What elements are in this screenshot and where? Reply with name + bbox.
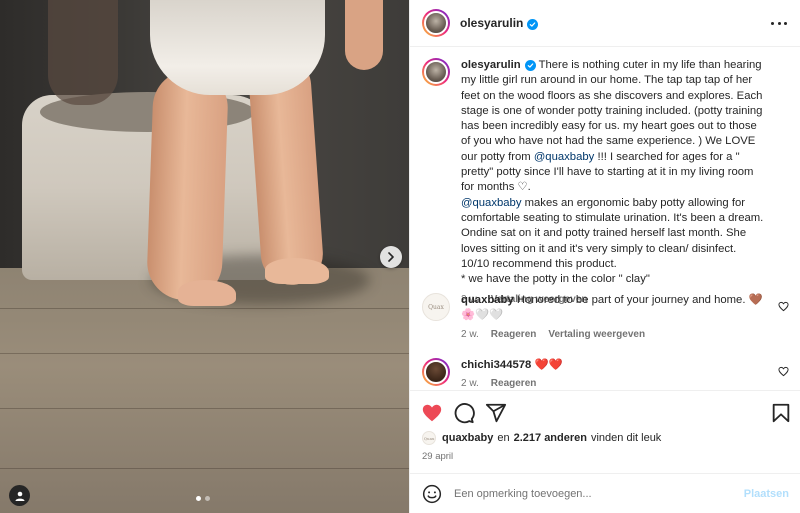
more-icon — [771, 21, 774, 25]
comment-emoji: ❤️❤️ — [534, 359, 563, 371]
mention-link[interactable]: @quaxbaby — [534, 151, 594, 163]
user-tag-button[interactable] — [9, 485, 30, 506]
likes-summary: Quax quaxbaby en 2.217 anderen vinden di… — [422, 431, 661, 445]
carousel-dots — [196, 496, 210, 501]
heart-emoji: ♡ — [517, 181, 528, 194]
photo-leg — [146, 68, 229, 302]
photo-hand — [345, 0, 383, 70]
post-actions — [410, 390, 800, 430]
caption: olesyarulin There is nothing cuter in my… — [422, 58, 792, 308]
liker-avatar[interactable]: Quax — [422, 431, 436, 445]
comment-item: Quax quaxbaby Honored to be part of your… — [422, 293, 792, 342]
carousel-next-button[interactable] — [380, 246, 402, 268]
caption-body: olesyarulin There is nothing cuter in my… — [461, 58, 766, 308]
caption-text: There is nothing cuter in my life than h… — [461, 59, 763, 163]
caption-avatar[interactable] — [422, 58, 450, 86]
floor-board-line — [0, 308, 409, 309]
comment-time[interactable]: 2 w. — [461, 376, 479, 390]
comment-meta: 2 w. Reageren — [461, 376, 766, 390]
commenter-avatar[interactable] — [422, 358, 450, 386]
floor-board-line — [0, 408, 409, 409]
liker-username[interactable]: quaxbaby — [442, 432, 493, 444]
comment-emoji: 🌸🤍🤍 — [461, 309, 504, 322]
mention-link[interactable]: @quaxbaby — [461, 197, 521, 209]
verified-icon — [527, 19, 539, 30]
post-comment-button[interactable]: Plaatsen — [744, 488, 789, 500]
more-options-button[interactable] — [771, 17, 787, 29]
post-header: olesyarulin — [410, 0, 800, 47]
comment-icon[interactable] — [453, 402, 475, 424]
bookmark-icon[interactable] — [770, 402, 792, 424]
caption-text: * we have the potty in the color " clay" — [461, 273, 650, 286]
post-side-panel: olesyarulin olesyarulin There is nothing… — [409, 0, 800, 513]
photo-diaper — [150, 0, 325, 95]
post-photo[interactable] — [0, 0, 409, 513]
comment-input[interactable] — [454, 487, 744, 500]
comment-emoji: 🤎 — [748, 294, 763, 306]
comment-author[interactable]: quaxbaby — [461, 294, 514, 306]
post-date[interactable]: 29 april — [422, 451, 453, 462]
carousel-dot — [205, 496, 210, 501]
comment-body: quaxbaby Honored to be part of your jour… — [461, 293, 766, 342]
likes-count[interactable]: 2.217 anderen — [514, 432, 587, 444]
comments-list[interactable]: olesyarulin There is nothing cuter in my… — [410, 48, 800, 390]
comment-like-icon[interactable] — [778, 366, 789, 377]
photo-foot — [265, 258, 329, 284]
author-username[interactable]: olesyarulin — [460, 16, 539, 30]
commenter-avatar[interactable]: Quax — [422, 293, 450, 321]
likes-suffix: vinden dit leuk — [590, 432, 662, 444]
likes-connector: en — [497, 432, 510, 444]
comment-meta: 2 w. Reageren Vertaling weergeven — [461, 327, 766, 342]
comment-text: Honored to be part of your journey and h… — [516, 294, 746, 306]
chevron-right-icon — [388, 252, 394, 262]
heart-icon[interactable] — [421, 402, 443, 424]
user-tag-icon — [15, 491, 24, 501]
reply-button[interactable]: Reageren — [491, 376, 537, 390]
photo-arm — [48, 0, 118, 105]
translate-button[interactable]: Vertaling weergeven — [548, 327, 645, 342]
share-icon[interactable] — [485, 402, 507, 424]
comment-body: chichi344578 ❤️❤️ 2 w. Reageren — [461, 358, 766, 390]
caption-author[interactable]: olesyarulin — [461, 59, 521, 71]
comment-like-icon[interactable] — [778, 301, 789, 312]
comment-time[interactable]: 2 w. — [461, 327, 479, 342]
emoji-icon[interactable] — [422, 484, 442, 504]
verified-icon — [524, 60, 536, 71]
reply-button[interactable]: Reageren — [491, 327, 537, 342]
floor-board-line — [0, 468, 409, 469]
photo-foot — [178, 280, 236, 306]
author-avatar[interactable] — [422, 9, 450, 37]
carousel-dot-active — [196, 496, 201, 501]
comment-author[interactable]: chichi344578 — [461, 359, 531, 371]
comment-item: chichi344578 ❤️❤️ 2 w. Reageren — [422, 358, 792, 390]
floor-board-line — [0, 353, 409, 354]
add-comment-bar: Plaatsen — [410, 473, 800, 513]
